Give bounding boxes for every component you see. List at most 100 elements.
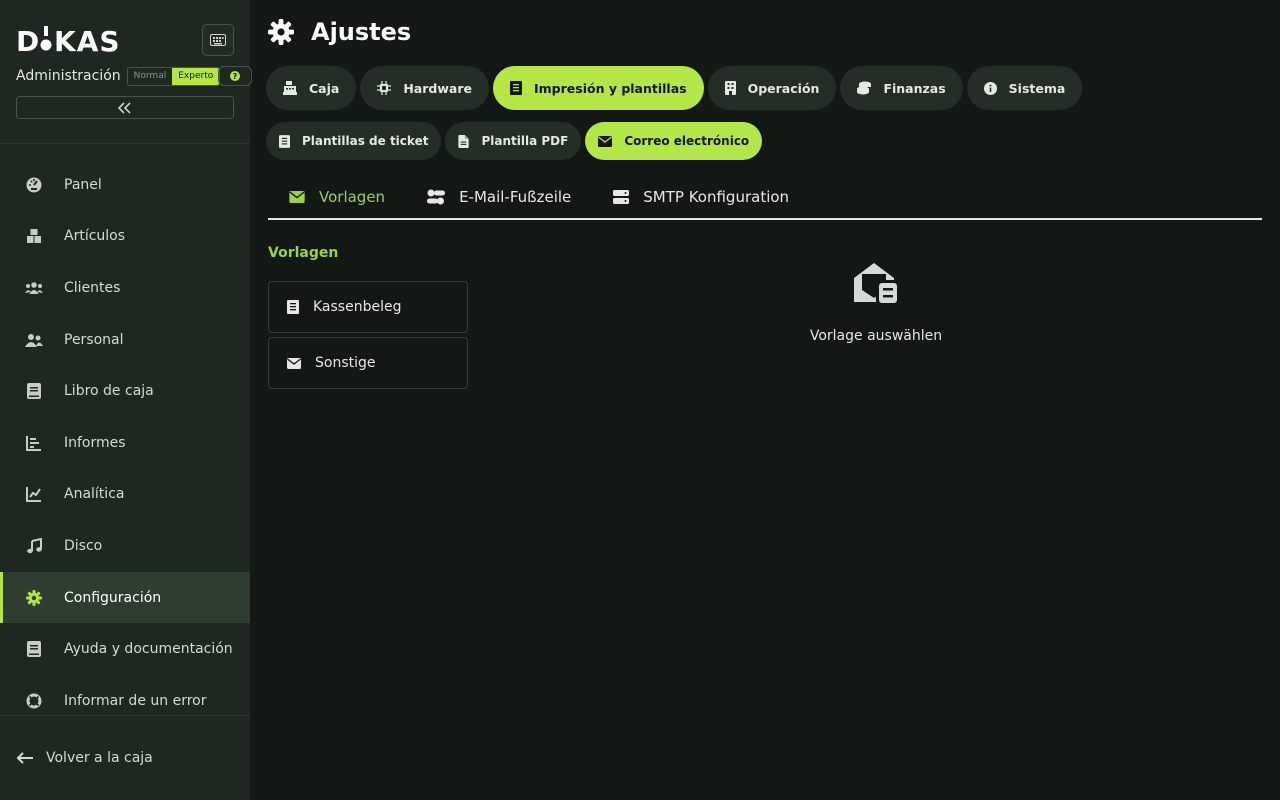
subtab-plantillas-ticket[interactable]: Plantillas de ticket bbox=[266, 122, 442, 160]
svg-text:D: D bbox=[16, 25, 40, 54]
sidebar-item-label: Libro de caja bbox=[64, 383, 154, 400]
sidebar-item-configuracion[interactable]: Configuración bbox=[0, 571, 250, 624]
tab-hardware[interactable]: Hardware bbox=[360, 66, 489, 110]
lifebuoy-icon bbox=[24, 691, 44, 711]
tab-caja[interactable]: Caja bbox=[266, 66, 357, 110]
tab-label: SMTP Konfiguration bbox=[643, 188, 790, 206]
sidebar-item-informes[interactable]: Informes bbox=[0, 417, 250, 469]
tab-label: Operación bbox=[747, 80, 820, 96]
coins-icon bbox=[857, 81, 872, 95]
users-icon bbox=[24, 278, 44, 298]
sidebar-item-label: Panel bbox=[64, 176, 102, 193]
subtab-label: Plantilla PDF bbox=[481, 134, 569, 148]
boxes-icon bbox=[24, 226, 44, 246]
sidebar-item-label: Personal bbox=[64, 331, 124, 348]
sidebar-item-informar-error[interactable]: Informar de un error bbox=[0, 675, 250, 727]
tab-operacion[interactable]: Operación bbox=[707, 66, 837, 110]
settings-tabs: Caja Hardware Impresión y plantillas Ope… bbox=[266, 66, 1083, 110]
subtab-correo-electronico[interactable]: Correo electrónico bbox=[585, 122, 763, 160]
arrow-left-icon bbox=[16, 751, 34, 765]
chip-icon bbox=[377, 81, 392, 95]
receipt-icon bbox=[509, 81, 522, 95]
file-icon bbox=[458, 134, 470, 148]
sidebar-item-label: Configuración bbox=[64, 589, 162, 606]
tab-finanzas[interactable]: Finanzas bbox=[840, 66, 963, 110]
tab-smtp-konfiguration[interactable]: SMTP Konfiguration bbox=[592, 176, 810, 218]
mode-normal[interactable]: Normal bbox=[128, 68, 173, 85]
admin-label: Administración bbox=[16, 68, 121, 84]
back-label: Volver a la caja bbox=[46, 750, 153, 766]
tab-label: Vorlagen bbox=[319, 188, 386, 206]
subtab-label: Correo electrónico bbox=[624, 134, 750, 148]
logo-image: D KAS bbox=[16, 25, 121, 58]
sidebar-item-libro-de-caja[interactable]: Libro de caja bbox=[0, 365, 250, 417]
print-subtabs: Plantillas de ticket Plantilla PDF Corre… bbox=[266, 122, 763, 160]
sidebar-nav: Panel Artículos Clientes Personal Libro … bbox=[0, 159, 250, 727]
info-icon bbox=[983, 81, 997, 95]
music-icon bbox=[24, 536, 44, 556]
collapse-sidebar-button[interactable] bbox=[16, 96, 234, 119]
envelope-icon bbox=[598, 135, 613, 147]
mode-expert[interactable]: Experto bbox=[172, 67, 220, 85]
admin-row: Administración Normal Experto bbox=[16, 66, 221, 86]
mode-toggle: Normal Experto bbox=[126, 66, 221, 86]
svg-text:KAS: KAS bbox=[54, 25, 121, 54]
receipt-icon bbox=[287, 300, 299, 314]
sidebar-divider-bottom bbox=[0, 715, 250, 716]
tab-label: Impresión y plantillas bbox=[533, 80, 687, 96]
sidebar-item-articulos[interactable]: Artículos bbox=[0, 211, 250, 263]
double-chevron-left-icon bbox=[118, 101, 131, 114]
help-button[interactable]: ? bbox=[218, 66, 252, 86]
dashboard-icon bbox=[24, 175, 44, 195]
sidebar-item-personal[interactable]: Personal bbox=[0, 314, 250, 366]
sidebar-item-label: Informes bbox=[64, 434, 126, 451]
cash-register-icon bbox=[283, 81, 297, 95]
sidebar-divider-top bbox=[0, 143, 250, 144]
sidebar-item-ayuda[interactable]: Ayuda y documentación bbox=[0, 623, 250, 675]
tab-vorlagen[interactable]: Vorlagen bbox=[268, 176, 406, 218]
sidebar-item-analitica[interactable]: Analítica bbox=[0, 469, 250, 521]
subtab-label: Plantillas de ticket bbox=[302, 134, 429, 148]
tab-label: Hardware bbox=[403, 80, 472, 96]
tab-label: Finanzas bbox=[883, 80, 946, 96]
sidebar-item-panel[interactable]: Panel bbox=[0, 159, 250, 211]
tab-label: Caja bbox=[309, 80, 340, 96]
tab-sistema[interactable]: Sistema bbox=[966, 66, 1083, 110]
book-icon bbox=[24, 381, 44, 401]
page-header: Ajustes bbox=[268, 18, 411, 46]
bar-chart-icon bbox=[24, 433, 44, 453]
brand-logo[interactable]: D KAS bbox=[16, 22, 121, 61]
sidebar-item-label: Artículos bbox=[64, 228, 126, 245]
template-label: Kassenbeleg bbox=[313, 299, 402, 315]
sidebar-item-label: Clientes bbox=[64, 279, 121, 296]
template-list: Kassenbeleg Sonstige bbox=[268, 281, 468, 393]
back-to-register-link[interactable]: Volver a la caja bbox=[16, 750, 153, 766]
tab-email-fusszeile[interactable]: E-Mail-Fußzeile bbox=[406, 176, 592, 218]
server-icon bbox=[613, 190, 630, 204]
template-label: Sonstige bbox=[315, 355, 376, 371]
book-icon bbox=[24, 639, 44, 659]
sidebar-item-label: Informar de un error bbox=[64, 692, 207, 709]
empty-state-message: Vorlage auswählen bbox=[809, 328, 943, 344]
tab-impresion-plantillas[interactable]: Impresión y plantillas bbox=[492, 66, 704, 110]
templates-section-label: Vorlagen bbox=[268, 245, 339, 261]
sidebar-item-clientes[interactable]: Clientes bbox=[0, 262, 250, 314]
envelope-open-text-icon bbox=[854, 263, 900, 306]
sidebar: D KAS Administración Normal Experto ? Pa… bbox=[0, 0, 252, 800]
subtab-plantilla-pdf[interactable]: Plantilla PDF bbox=[445, 122, 582, 160]
gear-icon bbox=[268, 19, 294, 45]
keyboard-icon bbox=[210, 34, 226, 46]
question-icon: ? bbox=[230, 71, 240, 81]
receipt-icon bbox=[279, 134, 290, 148]
sidebar-item-label: Analítica bbox=[64, 486, 125, 503]
template-item-kassenbeleg[interactable]: Kassenbeleg bbox=[268, 281, 468, 333]
envelope-icon bbox=[287, 357, 301, 369]
sidebar-item-label: Ayuda y documentación bbox=[64, 641, 233, 658]
svg-text:?: ? bbox=[233, 72, 238, 81]
user-group-icon bbox=[24, 330, 44, 350]
envelope-icon bbox=[289, 191, 305, 203]
sidebar-item-disco[interactable]: Disco bbox=[0, 520, 250, 572]
template-item-sonstige[interactable]: Sonstige bbox=[268, 337, 468, 389]
keyboard-button[interactable] bbox=[202, 24, 234, 56]
line-chart-icon bbox=[24, 484, 44, 504]
